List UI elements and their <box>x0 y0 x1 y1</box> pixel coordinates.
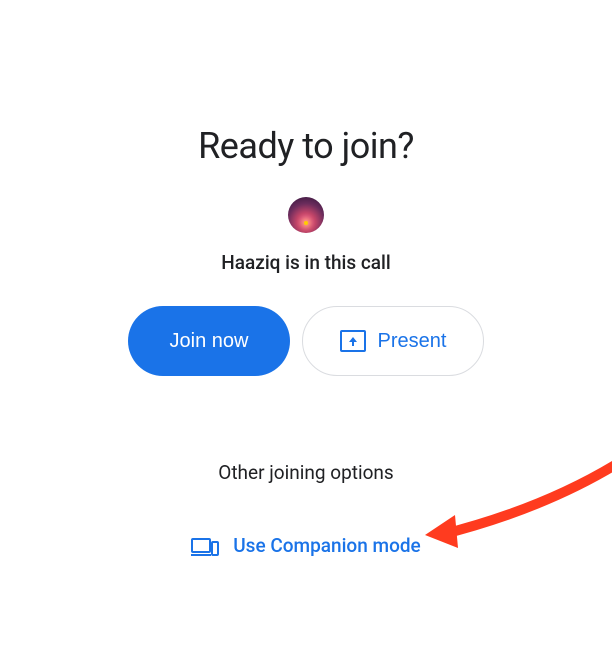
join-now-label: Join now <box>170 330 249 353</box>
present-label: Present <box>378 330 447 353</box>
companion-mode-label: Use Companion mode <box>233 534 420 557</box>
action-button-row: Join now Present <box>128 306 484 376</box>
other-options-heading: Other joining options <box>218 461 393 484</box>
participant-avatar <box>288 197 324 233</box>
companion-mode-link[interactable]: Use Companion mode <box>191 534 420 557</box>
join-now-button[interactable]: Join now <box>128 306 290 376</box>
present-screen-icon <box>340 330 366 352</box>
call-status-text: Haaziq is in this call <box>221 251 390 274</box>
annotation-arrow-icon <box>420 460 612 560</box>
devices-icon <box>191 536 219 556</box>
page-title: Ready to join? <box>198 125 414 167</box>
present-button[interactable]: Present <box>302 306 484 376</box>
